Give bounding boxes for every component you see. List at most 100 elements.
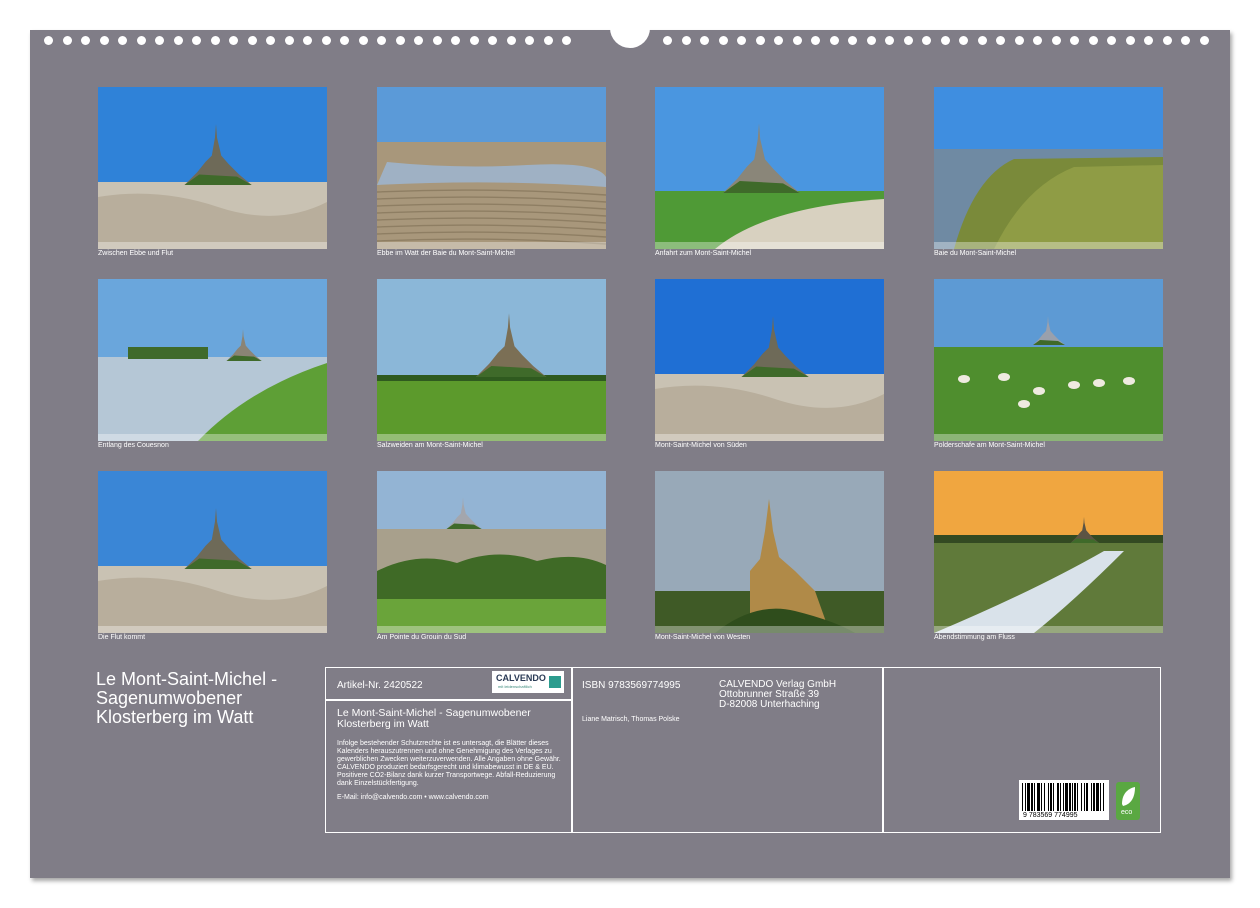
photo-caption: Anfahrt zum Mont-Saint-Michel [655, 250, 752, 257]
mini-calendar-strip [655, 242, 884, 249]
binding-hole [44, 36, 53, 45]
legal-notice: Infolge bestehender Schutzrechte ist es … [337, 740, 561, 787]
binding-hole [866, 36, 876, 45]
binding-hole [792, 36, 802, 45]
binding-hole [488, 36, 497, 45]
binding-hole [1014, 36, 1024, 45]
photo-caption: Mont-Saint-Michel von Westen [655, 634, 751, 641]
binding-hole [451, 36, 460, 45]
landscape-photo [934, 279, 1163, 441]
photo-caption: Abendstimmung am Fluss [934, 634, 1015, 641]
binding-hole [1088, 36, 1098, 45]
binding-hole [229, 36, 238, 45]
binding-hole [562, 36, 571, 45]
binding-hole [755, 36, 765, 45]
photo-caption: Entlang des Couesnon [98, 442, 169, 449]
binding-hole [681, 36, 691, 45]
binding-hole [885, 36, 894, 45]
landscape-photo [655, 87, 884, 249]
binding-hole [525, 36, 534, 45]
binding-hole [996, 36, 1005, 45]
mini-calendar-strip [98, 242, 327, 249]
binding-hole [266, 36, 275, 45]
landscape-photo [377, 87, 606, 249]
photo-caption: Die Flut kommt [98, 634, 146, 641]
photo-caption: Baie du Mont-Saint-Michel [934, 250, 1017, 257]
binding-hole [469, 36, 479, 45]
binding-hole [543, 36, 553, 45]
binding-hole [1181, 36, 1190, 45]
binding-hole [737, 36, 746, 45]
landscape-photo [934, 471, 1163, 633]
mini-calendar-strip [934, 242, 1163, 249]
mini-calendar-strip [377, 626, 606, 633]
binding-hole [340, 36, 349, 45]
binding-hole [414, 36, 423, 45]
mini-calendar-strip [655, 626, 884, 633]
binding-hole [700, 36, 709, 45]
mini-calendar-strip [98, 626, 327, 633]
landscape-photo [377, 471, 606, 633]
binding-hole [1070, 36, 1079, 45]
logo-name: CALVENDO [496, 673, 546, 683]
eco-label: eco [1121, 809, 1133, 816]
mini-calendar-strip [934, 434, 1163, 441]
binding-hole [303, 36, 312, 45]
landscape-photo [98, 87, 327, 249]
binding-hole [903, 36, 913, 45]
binding-hole [922, 36, 931, 45]
binding-hole [940, 36, 950, 45]
photo-thumbnail [377, 87, 606, 249]
binding-hole [663, 36, 672, 45]
calvendo-logo: CALVENDO mit leidenschaftlich [492, 671, 564, 693]
landscape-photo [655, 279, 884, 441]
logo-mark-icon [549, 676, 561, 688]
binding-hole [395, 36, 405, 45]
contact-line: E-Mail: info@calvendo.com • www.calvendo… [337, 794, 489, 801]
calendar-back-sheet: Zwischen Ebbe und Flut Ebbe im Watt der B… [30, 22, 1230, 878]
landscape-photo [98, 471, 327, 633]
publisher-city: D-82008 Unterhaching [719, 699, 820, 710]
binding-hole [173, 36, 183, 45]
photo-caption: Am Pointe du Grouin du Sud [377, 634, 467, 641]
binding-hole [959, 36, 968, 45]
binding-hole [284, 36, 294, 45]
binding-hole [848, 36, 857, 45]
binding-hole [1162, 36, 1172, 45]
binding-hole [432, 36, 442, 45]
binding-hole [377, 36, 386, 45]
binding-hole [321, 36, 331, 45]
binding-hole [718, 36, 728, 45]
binding-hole [1125, 36, 1135, 45]
isbn: ISBN 9783569774995 [582, 680, 681, 691]
article-number: Artikel-Nr. 2420522 [337, 680, 423, 691]
binding-hole [81, 36, 90, 45]
landscape-photo [934, 87, 1163, 249]
binding-hole [1033, 36, 1042, 45]
photo-thumbnail [98, 87, 327, 249]
photo-caption: Mont-Saint-Michel von Süden [655, 442, 747, 449]
binding-hole [247, 36, 257, 45]
photo-thumbnail [655, 279, 884, 441]
binding-hole [118, 36, 127, 45]
binding-hole [829, 36, 839, 45]
photo-caption: Polderschafe am Mont-Saint-Michel [934, 442, 1045, 449]
landscape-photo [377, 279, 606, 441]
binding-hole [62, 36, 72, 45]
barcode-number: 9 783569 774995 [1023, 812, 1078, 819]
landscape-photo [655, 471, 884, 633]
mini-calendar-strip [934, 626, 1163, 633]
photo-caption: Ebbe im Watt der Baie du Mont-Saint-Mich… [377, 250, 515, 257]
binding-hole [977, 36, 987, 45]
binding-hole [210, 36, 220, 45]
photo-thumbnail [98, 279, 327, 441]
binding-hole [155, 36, 164, 45]
binding-hole [1199, 36, 1209, 45]
binding-hole [1144, 36, 1153, 45]
mini-calendar-strip [377, 242, 606, 249]
photo-thumbnail [934, 279, 1163, 441]
eco-badge: eco [1116, 782, 1140, 820]
photo-thumbnail [377, 471, 606, 633]
binding-hole [136, 36, 146, 45]
barcode: 9 783569 774995 [1019, 780, 1109, 820]
